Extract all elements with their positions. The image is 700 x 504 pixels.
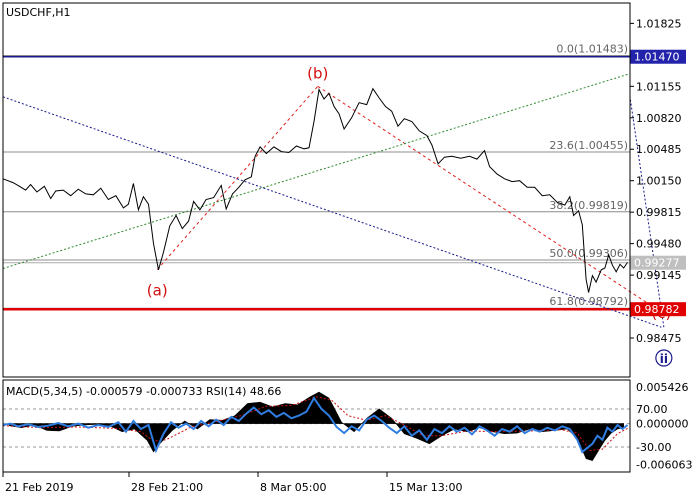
fib-level-label: 50.0(0.99306)	[549, 247, 628, 260]
price-axis-label: 1.01155	[636, 80, 682, 93]
macd-axis-label: -0.006063	[636, 458, 692, 471]
fib-level-label: 38.2(0.99819)	[549, 199, 628, 212]
price-axis-label: 1.00820	[636, 112, 682, 125]
price-axis-label: 0.98475	[636, 332, 682, 345]
chart-canvas: 0.0(1.01483) 23.6(1.00455) 38.2(0.99819) 50…	[2, 2, 692, 494]
price-axis-label: 0.99815	[636, 206, 682, 219]
price-axis-label: 0.99480	[636, 238, 682, 251]
price-axis-label: 1.00485	[636, 143, 682, 156]
time-axis-label: 28 Feb 21:00	[131, 481, 203, 494]
symbol-label: USDCHF,H1	[6, 6, 71, 19]
wave-label-ii: ii	[660, 352, 668, 366]
chart-window: 0.0(1.01483) 23.6(1.00455) 38.2(0.99819) 50…	[0, 0, 700, 500]
macd-axis-label: 0.000000	[636, 418, 689, 431]
indicator-pane	[2, 391, 630, 461]
price-tag-text: 0.98782	[634, 303, 680, 316]
price-tag-text: 1.01470	[634, 51, 680, 64]
time-axis-label: 21 Feb 2019	[5, 481, 73, 494]
price-tag-text: 0.99277	[634, 257, 680, 270]
time-axis-label: 15 Mar 13:00	[389, 481, 462, 494]
fib-level-label: 0.0(1.01483)	[556, 43, 628, 56]
price-axis-label: 1.00150	[636, 175, 682, 188]
price-pane-border	[2, 2, 631, 378]
price-pane: 0.0(1.01483) 23.6(1.00455) 38.2(0.99819) 50…	[2, 43, 673, 367]
indicator-label: MACD(5,34,5) -0.000579 -0.000733 RSI(14)…	[6, 385, 281, 398]
price-axis-label: 0.99145	[636, 269, 682, 282]
fib-level-label: 23.6(1.00455)	[549, 139, 628, 152]
rsi-axis-label: -30.00	[636, 441, 671, 454]
macd-axis-label: 0.005426	[636, 381, 689, 394]
rsi-axis-label: 70.00	[636, 403, 668, 416]
time-axis-label: 8 Mar 05:00	[260, 481, 326, 494]
price-axis-label: 1.01825	[636, 17, 682, 30]
wave-label-b: (b)	[307, 64, 328, 82]
wave-label-a: (a)	[147, 282, 168, 300]
price-series-line	[2, 87, 628, 293]
